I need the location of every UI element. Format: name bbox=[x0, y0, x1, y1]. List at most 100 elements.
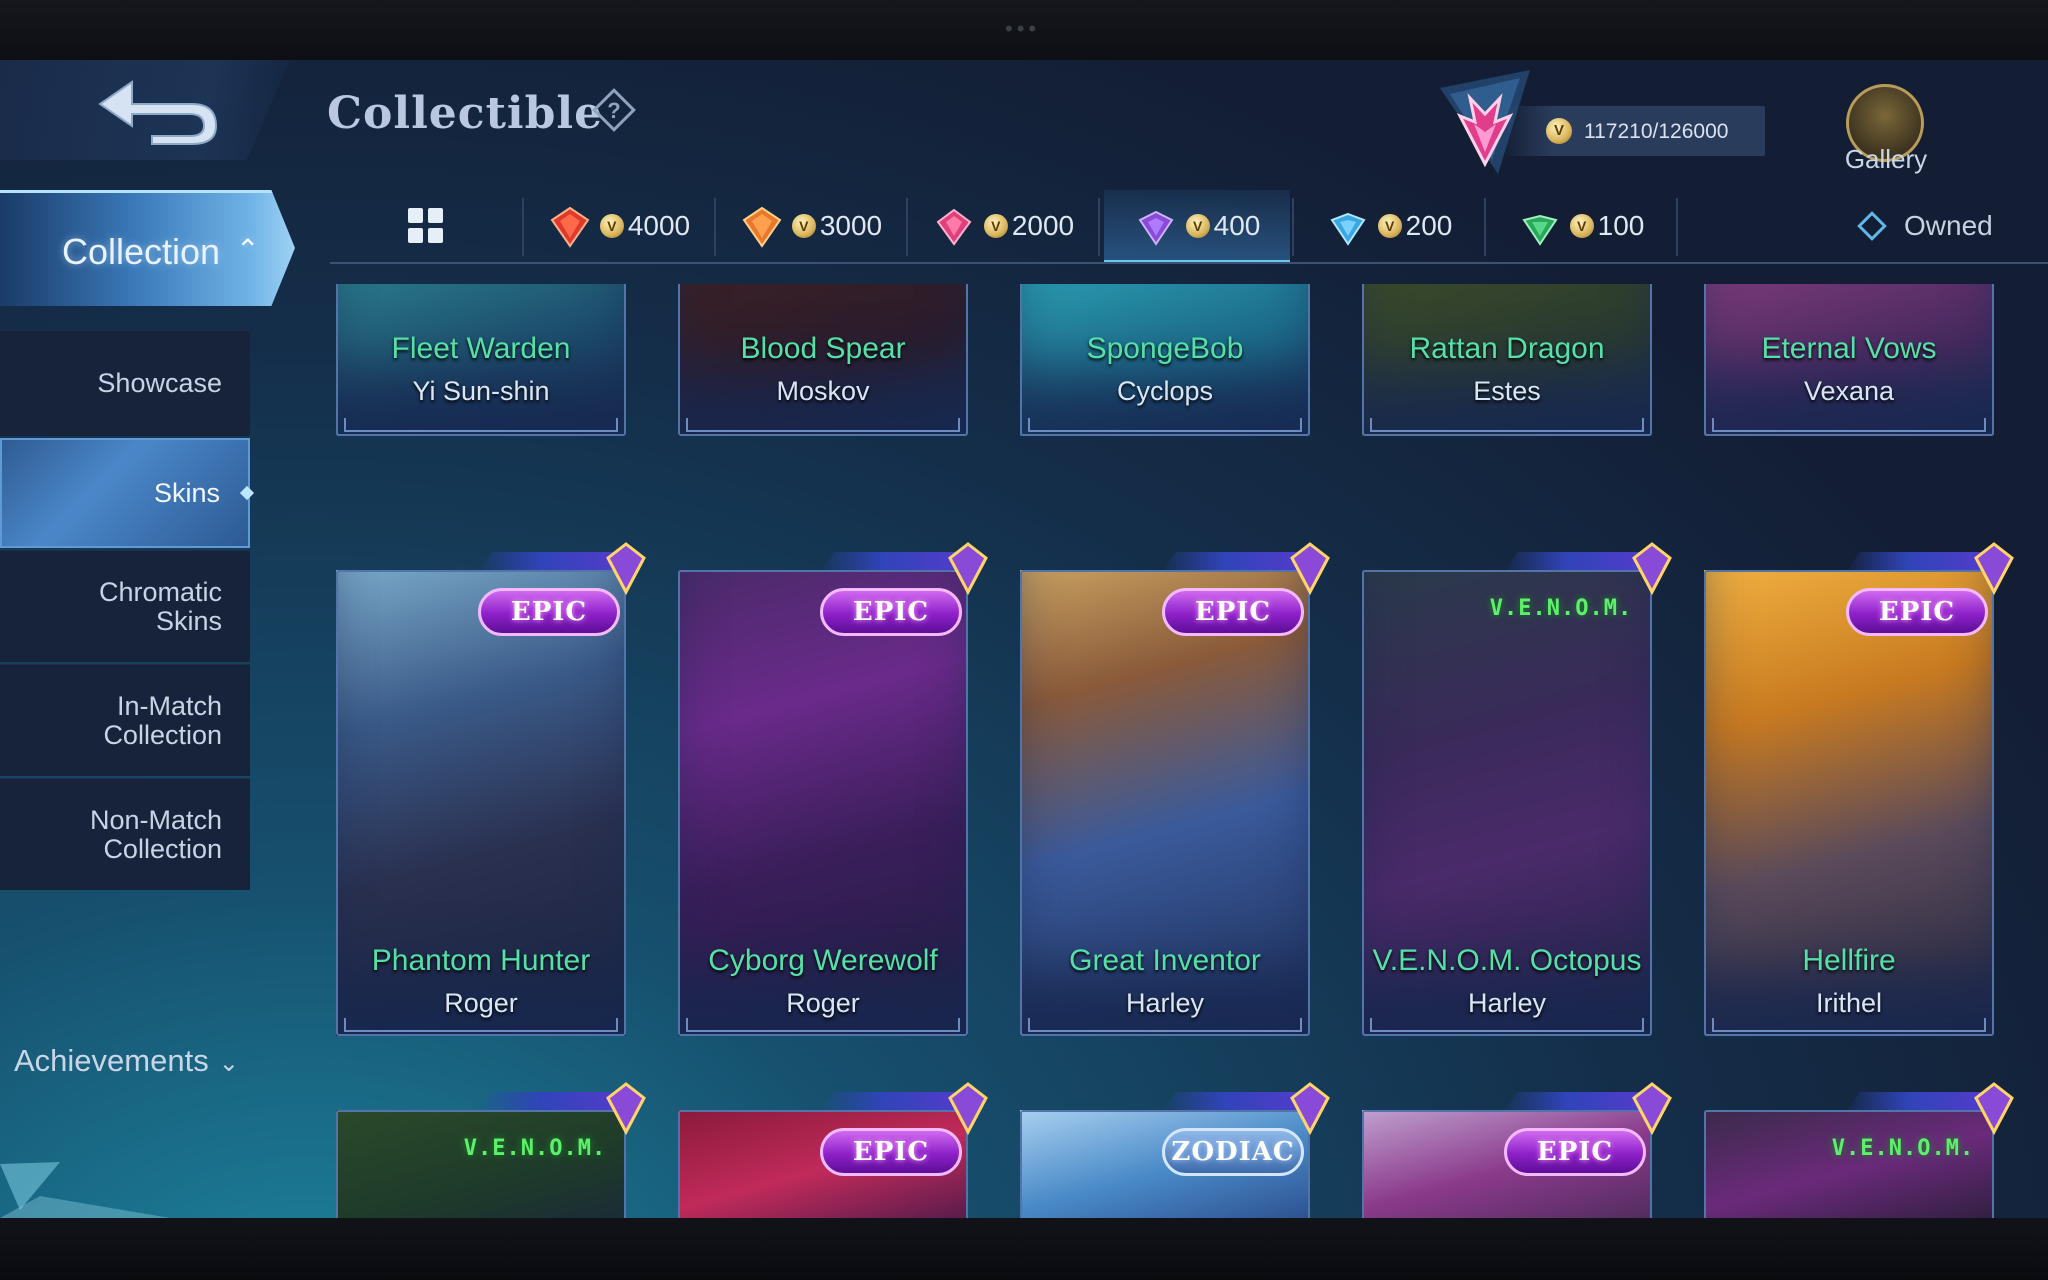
epic-badge: EPIC bbox=[820, 1128, 962, 1176]
tab-label: 3000 bbox=[819, 210, 883, 241]
chevron-down-icon: ⌄ bbox=[218, 1050, 239, 1077]
epic-badge: EPIC bbox=[820, 588, 962, 636]
coin-icon: V bbox=[1377, 214, 1402, 238]
sidebar-item-label: Chromatic Skins bbox=[98, 576, 222, 636]
chevron-up-icon: ⌃ bbox=[236, 234, 260, 265]
blue-gem-icon bbox=[1330, 212, 1366, 246]
skin-card[interactable]: EPIC bbox=[678, 1082, 988, 1218]
coin-icon: V bbox=[599, 214, 624, 238]
sidebar-item-in-match-collection[interactable]: In-Match Collection bbox=[0, 664, 250, 776]
owned-filter-toggle[interactable]: Owned bbox=[1856, 190, 1993, 262]
device-bottom-bar bbox=[0, 1218, 2048, 1280]
purple-gem-icon bbox=[948, 1082, 988, 1136]
active-indicator-icon bbox=[239, 485, 255, 501]
skin-card[interactable]: V.E.N.O.M. bbox=[1704, 1082, 2014, 1218]
tab-label: 100 bbox=[1597, 210, 1645, 241]
sidebar-item-chromatic-skins[interactable]: Chromatic Skins bbox=[0, 550, 250, 662]
skin-name: Phantom Hunter bbox=[371, 944, 591, 977]
epic-badge: EPIC bbox=[478, 588, 620, 636]
back-arrow-icon[interactable] bbox=[92, 74, 222, 148]
tab-divider bbox=[1098, 198, 1100, 256]
device-top-bar: ••• bbox=[0, 0, 2048, 60]
tab-100[interactable]: V 100 bbox=[1486, 190, 1676, 262]
skin-name: Fleet Warden bbox=[391, 332, 571, 365]
hero-name: Estes bbox=[1473, 376, 1541, 406]
pink-gem-icon bbox=[936, 208, 972, 246]
tab-3000[interactable]: V 3000 bbox=[716, 190, 906, 262]
collector-rank-emblem-icon bbox=[1440, 70, 1530, 174]
purple-gem-icon bbox=[1290, 542, 1330, 596]
tab-label: 4000 bbox=[627, 210, 691, 241]
skin-card[interactable]: V.E.N.O.M. bbox=[336, 1082, 646, 1218]
sidebar-item-non-match-collection[interactable]: Non-Match Collection bbox=[0, 778, 250, 890]
purple-gem-icon bbox=[606, 542, 646, 596]
skin-card[interactable]: Fleet Warden Yi Sun-shin bbox=[336, 284, 626, 436]
hero-name: Harley bbox=[1467, 988, 1547, 1018]
purple-gem-icon bbox=[1632, 1082, 1672, 1136]
skin-name: Cyborg Werewolf bbox=[708, 944, 938, 977]
skin-name: Eternal Vows bbox=[1761, 332, 1937, 365]
skin-name: SpongeBob bbox=[1086, 332, 1244, 365]
purple-gem-icon bbox=[1974, 542, 2014, 596]
tab-label: 2000 bbox=[1011, 210, 1075, 241]
tab-4000[interactable]: V 4000 bbox=[524, 190, 714, 262]
gallery-button[interactable]: Gallery bbox=[1836, 144, 1936, 175]
sidebar-item-skins[interactable]: Skins bbox=[0, 438, 255, 548]
tab-divider bbox=[1676, 198, 1678, 256]
hero-name: Moskov bbox=[776, 376, 870, 406]
skin-card[interactable]: EPIC Hellfire Irithel bbox=[1704, 542, 2014, 1036]
achievements-menu-button[interactable]: Achievements ⌄ bbox=[14, 1043, 239, 1079]
tabs-underline bbox=[330, 262, 2048, 264]
skin-card[interactable]: Rattan Dragon Estes bbox=[1362, 284, 1652, 436]
decorative-shards bbox=[0, 1162, 170, 1218]
tab-label: 400 bbox=[1213, 210, 1261, 241]
tab-400[interactable]: V 400 bbox=[1104, 190, 1290, 264]
svg-text:?: ? bbox=[607, 98, 620, 123]
skin-name: Great Inventor bbox=[1069, 944, 1261, 977]
tab-label: 200 bbox=[1405, 210, 1453, 241]
help-icon[interactable]: ? bbox=[590, 86, 638, 134]
sidebar-item-label: Showcase bbox=[97, 368, 222, 398]
purple-gem-icon bbox=[948, 542, 988, 596]
collectible-screen: Collectible ? V 117210/126000 Gallery V … bbox=[0, 60, 2048, 1218]
skin-card[interactable]: Eternal Vows Vexana bbox=[1704, 284, 1994, 436]
tab-all[interactable] bbox=[330, 190, 522, 262]
skin-card[interactable]: EPIC bbox=[1362, 1082, 1672, 1218]
purple-gem-icon bbox=[606, 1082, 646, 1136]
hero-name: Roger bbox=[444, 988, 518, 1018]
skin-card[interactable]: EPIC Cyborg Werewolf Roger bbox=[678, 542, 988, 1036]
tab-2000[interactable]: V 2000 bbox=[908, 190, 1098, 262]
coin-icon: V bbox=[1569, 214, 1594, 238]
skin-name: Rattan Dragon bbox=[1409, 332, 1605, 365]
hero-name: Vexana bbox=[1803, 376, 1895, 406]
coin-icon: V bbox=[791, 214, 816, 238]
price-tier-tabs: V 4000 V 3000 V 2000 V 400 V 200 V 100 bbox=[330, 190, 2048, 264]
skin-card[interactable]: SpongeBob Cyclops bbox=[1020, 284, 1310, 436]
purple-gem-icon bbox=[1138, 210, 1174, 246]
hero-name: Roger bbox=[786, 988, 860, 1018]
purple-gem-icon bbox=[1290, 1082, 1330, 1136]
green-gem-icon bbox=[1522, 214, 1558, 246]
collection-label: Collection bbox=[62, 231, 221, 272]
zodiac-badge: ZODIAC bbox=[1162, 1128, 1304, 1176]
hero-name: Harley bbox=[1125, 988, 1205, 1018]
skins-grid: Fleet Warden Yi Sun-shin Blood Spear Mos… bbox=[330, 284, 2048, 1218]
achievements-label: Achievements bbox=[14, 1043, 209, 1078]
epic-badge: EPIC bbox=[1846, 588, 1988, 636]
sidebar-item-showcase[interactable]: Showcase bbox=[0, 330, 250, 436]
owned-label: Owned bbox=[1904, 210, 1993, 241]
epic-badge: EPIC bbox=[1504, 1128, 1646, 1176]
skin-name: Blood Spear bbox=[740, 332, 906, 365]
tab-200[interactable]: V 200 bbox=[1294, 190, 1484, 262]
skin-card[interactable]: V.E.N.O.M. V.E.N.O.M. Octopus Harley bbox=[1362, 542, 1672, 1036]
sidebar-item-label: In-Match Collection bbox=[103, 690, 222, 750]
venom-badge: V.E.N.O.M. bbox=[1489, 596, 1633, 621]
hero-name: Irithel bbox=[1815, 988, 1883, 1018]
skin-card[interactable]: Blood Spear Moskov bbox=[678, 284, 968, 436]
skin-card[interactable]: ZODIAC bbox=[1020, 1082, 1330, 1218]
skin-card[interactable]: EPIC Great Inventor Harley bbox=[1020, 542, 1330, 1036]
orange-gem-icon bbox=[742, 206, 782, 248]
collection-menu-button[interactable]: Collection ⌃ bbox=[0, 190, 295, 306]
red-gem-icon bbox=[550, 206, 590, 248]
skin-card[interactable]: EPIC Phantom Hunter Roger bbox=[336, 542, 646, 1036]
